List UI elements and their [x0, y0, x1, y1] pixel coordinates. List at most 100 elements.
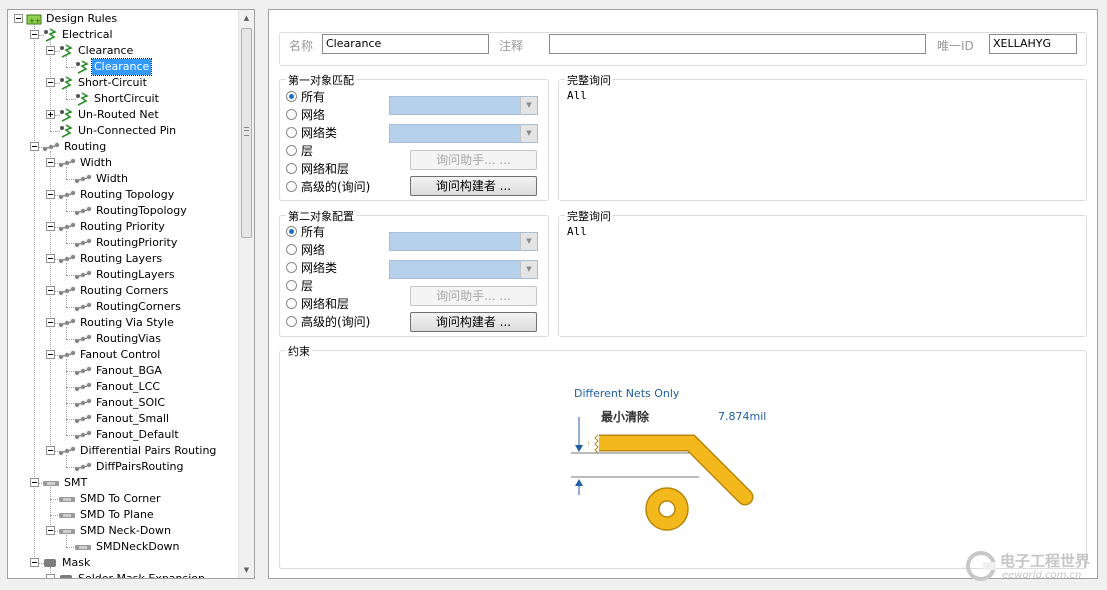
- second-radio-option[interactable]: 网络类: [286, 260, 337, 276]
- tree-item[interactable]: RoutingPriority: [74, 235, 179, 251]
- tree-item[interactable]: Clearance: [74, 58, 153, 76]
- second-radio-option[interactable]: 网络和层: [286, 296, 349, 312]
- tree-item[interactable]: Differential Pairs Routing: [58, 443, 218, 459]
- second-query-helper-button[interactable]: 询问助手... ...: [410, 286, 537, 306]
- tree-item[interactable]: Un-Connected Pin: [58, 123, 178, 139]
- tree-item[interactable]: Short-Circuit: [58, 75, 149, 91]
- radio-button-icon[interactable]: [286, 145, 297, 156]
- tree-item[interactable]: RoutingTopology: [74, 203, 189, 219]
- comment-field[interactable]: [549, 34, 926, 54]
- first-radio-option[interactable]: 高级的(询问): [286, 179, 370, 195]
- collapse-minus-icon[interactable]: [30, 142, 39, 151]
- tree-item[interactable]: ShortCircuit: [74, 91, 161, 107]
- routing-rule-icon: [58, 348, 78, 361]
- second-radio-option[interactable]: 所有: [286, 224, 325, 240]
- first-query-helper-button[interactable]: 询问助手... ...: [410, 150, 537, 170]
- name-field[interactable]: Clearance: [322, 34, 489, 54]
- tree-item[interactable]: Electrical: [42, 27, 115, 43]
- unique-id-field[interactable]: XELLAHYG: [989, 34, 1077, 54]
- tree-item[interactable]: SMD To Plane: [58, 507, 156, 523]
- tree-item[interactable]: ++ Design Rules: [26, 11, 119, 27]
- tree-item[interactable]: Routing Layers: [58, 251, 164, 267]
- first-radio-option[interactable]: 所有: [286, 89, 325, 105]
- tree-item[interactable]: Routing Via Style: [58, 315, 176, 331]
- radio-button-icon[interactable]: [286, 262, 297, 273]
- second-net-combo[interactable]: ▼: [389, 232, 538, 251]
- collapse-minus-icon[interactable]: [30, 30, 39, 39]
- tree-item[interactable]: Fanout_BGA: [74, 363, 164, 379]
- second-radio-option[interactable]: 高级的(询问): [286, 314, 370, 330]
- radio-button-icon[interactable]: [286, 280, 297, 291]
- tree-item[interactable]: RoutingVias: [74, 331, 163, 347]
- tree-item[interactable]: Fanout_Small: [74, 411, 171, 427]
- tree-item[interactable]: Mask: [42, 555, 92, 571]
- rule-editor-panel: 名称 Clearance 注释 唯一ID XELLAHYG 第一对象匹配 ▼ ▼…: [268, 9, 1098, 579]
- second-query-builder-button[interactable]: 询问构建者 ...: [410, 312, 537, 332]
- radio-button-icon[interactable]: [286, 316, 297, 327]
- tree-item[interactable]: Routing Topology: [58, 187, 176, 203]
- radio-button-icon[interactable]: [286, 298, 297, 309]
- tree-item-label: Fanout_Small: [96, 412, 170, 425]
- radio-button-icon[interactable]: [286, 91, 297, 102]
- collapse-minus-icon[interactable]: [46, 350, 55, 359]
- radio-button-icon[interactable]: [286, 163, 297, 174]
- tree-item[interactable]: SMT: [42, 475, 89, 491]
- first-radio-option[interactable]: 网络和层: [286, 161, 349, 177]
- mode-link[interactable]: Different Nets Only: [574, 387, 679, 400]
- scroll-down-arrow-icon[interactable]: ▼: [239, 562, 254, 578]
- tree-item[interactable]: RoutingLayers: [74, 267, 177, 283]
- collapse-minus-icon[interactable]: [46, 78, 55, 87]
- collapse-minus-icon[interactable]: [30, 558, 39, 567]
- tree-item-label: Mask: [62, 556, 91, 569]
- radio-button-icon[interactable]: [286, 109, 297, 120]
- collapse-minus-icon[interactable]: [46, 158, 55, 167]
- tree-item[interactable]: Clearance: [58, 43, 135, 59]
- scroll-up-arrow-icon[interactable]: ▲: [239, 10, 254, 26]
- tree-item[interactable]: Width: [74, 171, 130, 187]
- second-radio-option[interactable]: 网络: [286, 242, 325, 258]
- tree-item[interactable]: Fanout Control: [58, 347, 162, 363]
- first-radio-option[interactable]: 网络类: [286, 125, 337, 141]
- collapse-minus-icon[interactable]: [46, 526, 55, 535]
- first-radio-option[interactable]: 网络: [286, 107, 325, 123]
- tree-scrollbar[interactable]: ▲ ▼: [238, 10, 254, 578]
- scroll-thumb[interactable]: [241, 28, 252, 238]
- collapse-minus-icon[interactable]: [46, 222, 55, 231]
- tree-item[interactable]: Routing: [42, 139, 108, 155]
- first-query-builder-button[interactable]: 询问构建者 ...: [410, 176, 537, 196]
- collapse-minus-icon[interactable]: [30, 478, 39, 487]
- second-query-text[interactable]: All: [567, 225, 587, 238]
- second-radio-option[interactable]: 层: [286, 278, 313, 294]
- radio-button-icon[interactable]: [286, 244, 297, 255]
- first-radio-option[interactable]: 层: [286, 143, 313, 159]
- tree-item[interactable]: Routing Corners: [58, 283, 170, 299]
- tree-item[interactable]: Routing Priority: [58, 219, 167, 235]
- collapse-minus-icon[interactable]: [46, 446, 55, 455]
- tree-item[interactable]: SMD Neck-Down: [58, 523, 173, 539]
- radio-button-icon[interactable]: [286, 127, 297, 138]
- collapse-minus-icon[interactable]: [46, 318, 55, 327]
- tree-item[interactable]: RoutingCorners: [74, 299, 183, 315]
- collapse-minus-icon[interactable]: [14, 14, 23, 23]
- first-netclass-combo[interactable]: ▼: [389, 124, 538, 143]
- tree-item[interactable]: Fanout_SOIC: [74, 395, 167, 411]
- collapse-minus-icon[interactable]: [46, 254, 55, 263]
- tree-item[interactable]: Fanout_Default: [74, 427, 181, 443]
- first-query-text[interactable]: All: [567, 89, 587, 102]
- radio-button-icon[interactable]: [286, 181, 297, 192]
- second-netclass-combo[interactable]: ▼: [389, 260, 538, 279]
- expand-plus-icon[interactable]: [46, 110, 55, 119]
- collapse-minus-icon[interactable]: [46, 46, 55, 55]
- tree-item[interactable]: DiffPairsRouting: [74, 459, 185, 475]
- collapse-minus-icon[interactable]: [46, 286, 55, 295]
- tree-item[interactable]: SMDNeckDown: [74, 539, 182, 555]
- tree-item[interactable]: SMD To Corner: [58, 491, 163, 507]
- collapse-minus-icon[interactable]: [46, 190, 55, 199]
- first-net-combo[interactable]: ▼: [389, 96, 538, 115]
- tree-item[interactable]: Fanout_LCC: [74, 379, 162, 395]
- tree-item[interactable]: Un-Routed Net: [58, 107, 161, 123]
- tree-item[interactable]: Width: [58, 155, 114, 171]
- radio-button-icon[interactable]: [286, 226, 297, 237]
- tree-item[interactable]: Solder Mask Expansion: [58, 571, 207, 578]
- collapse-minus-icon[interactable]: [46, 574, 55, 578]
